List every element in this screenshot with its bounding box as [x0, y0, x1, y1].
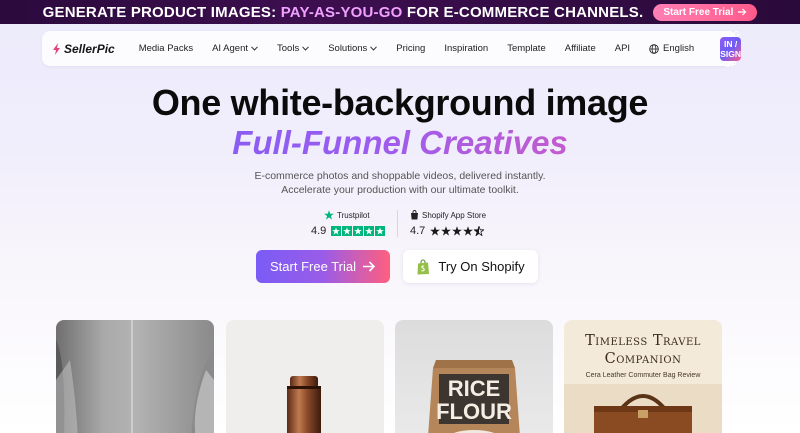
showcase-card-travel-bag[interactable]: Timeless Travel Companion Cera Leather C…	[564, 320, 722, 433]
chevron-down-icon	[370, 46, 378, 51]
star-icon	[452, 226, 463, 236]
logo-text: SellerPic	[64, 41, 115, 56]
hero-subtitle: Full-Funnel Creatives	[0, 124, 800, 162]
shopify-rating[interactable]: Shopify App Store 4.7	[410, 209, 488, 237]
banner-text-highlight: PAY-AS-YOU-GO	[280, 3, 403, 21]
rice-flour-bag-image: RICE FLOUR	[428, 360, 520, 433]
signup-label: SIGN UP	[720, 48, 741, 69]
trustpilot-star-icon	[324, 210, 334, 220]
showcase-card-hair-model[interactable]	[56, 320, 214, 433]
try-on-shopify-button[interactable]: Try On Shopify	[403, 250, 538, 283]
trustpilot-score: 4.9	[311, 225, 327, 237]
language-label: English	[663, 43, 695, 54]
leather-bag-image	[564, 384, 722, 433]
shopify-label: Shopify App Store	[422, 210, 487, 220]
shopify-score: 4.7	[410, 225, 426, 237]
login-label: LOG IN /	[721, 28, 740, 49]
nav-item-label: Tools	[277, 43, 300, 54]
star-icon	[441, 226, 452, 236]
chevron-down-icon	[302, 46, 310, 51]
nav-item-label: API	[614, 43, 631, 54]
nav-item-solutions[interactable]: Solutions	[328, 43, 378, 54]
nav-item-label: Pricing	[396, 43, 426, 54]
banner-text-tail: FOR E-COMMERCE CHANNELS.	[406, 3, 644, 21]
trustpilot-rating[interactable]: Trustpilot 4.9	[311, 209, 389, 237]
shopify-brand: Shopify App Store	[410, 209, 488, 221]
hero-description: E-commerce photos and shoppable videos, …	[0, 170, 800, 197]
trustpilot-stars	[331, 226, 386, 236]
banner-cta-label: Start Free Trial	[663, 6, 734, 18]
star-icon	[430, 226, 441, 236]
star-icon	[342, 226, 353, 236]
start-free-trial-label: Start Free Trial	[270, 259, 356, 274]
hair-model-image	[56, 320, 214, 433]
nav-item-ai-agent[interactable]: AI Agent	[212, 43, 258, 54]
banner-text: GENERATE PRODUCT IMAGES: PAY-AS-YOU-GO F…	[43, 4, 644, 21]
shopify-stars	[430, 226, 485, 236]
arrow-right-icon	[738, 8, 747, 16]
globe-icon	[649, 43, 659, 54]
nav-item-media-packs[interactable]: Media Packs	[139, 43, 193, 54]
trustpilot-label: Trustpilot	[337, 210, 370, 220]
nav-item-label: Media Packs	[138, 43, 194, 54]
hero-desc-line2: Accelerate your production with our ulti…	[281, 183, 519, 196]
hero-title: One white-background image	[151, 82, 649, 123]
shopify-bag-icon	[411, 210, 418, 220]
nav-item-label: Affiliate	[564, 43, 596, 54]
nav-item-pricing[interactable]: Pricing	[396, 43, 425, 54]
banner-text-lead: GENERATE PRODUCT IMAGES:	[42, 3, 277, 21]
arrow-right-icon	[362, 261, 376, 272]
rating-divider	[397, 210, 398, 237]
nav-item-affiliate[interactable]: Affiliate	[565, 43, 596, 54]
shopify-logo-icon	[417, 258, 430, 274]
main-nav: SellerPic Media Packs AI Agent Tools Sol…	[42, 29, 741, 69]
try-on-shopify-label: Try On Shopify	[438, 259, 525, 274]
hero-desc-line1: E-commerce photos and shoppable videos, …	[254, 170, 546, 182]
trustpilot-brand: Trustpilot	[311, 209, 389, 221]
half-star-icon	[474, 226, 485, 236]
flour-label: FLOUR	[436, 399, 512, 424]
star-icon	[331, 226, 342, 236]
showcase-card-rice-flour[interactable]: RICE FLOUR	[395, 320, 553, 433]
logo-bolt-icon	[53, 42, 60, 55]
rice-label: RICE	[448, 376, 501, 401]
nav-item-label: Inspiration	[444, 43, 489, 54]
nav-item-label: AI Agent	[212, 43, 249, 54]
nav-item-label: Template	[507, 43, 546, 54]
star-icon	[463, 226, 474, 236]
nav-item-api[interactable]: API	[615, 43, 630, 54]
star-icon	[353, 226, 364, 236]
nav-item-inspiration[interactable]: Inspiration	[444, 43, 488, 54]
nav-item-tools[interactable]: Tools	[277, 43, 310, 54]
chevron-down-icon	[251, 46, 258, 51]
nav-item-label: Solutions	[328, 43, 368, 54]
promo-banner: GENERATE PRODUCT IMAGES: PAY-AS-YOU-GO F…	[0, 0, 800, 24]
showcase-card-bottle[interactable]	[226, 320, 384, 433]
star-icon	[375, 226, 386, 236]
nav-item-template[interactable]: Template	[507, 43, 546, 54]
start-free-trial-button[interactable]: Start Free Trial	[256, 250, 390, 283]
banner-start-trial-button[interactable]: Start Free Trial	[653, 3, 758, 21]
star-icon	[364, 226, 375, 236]
login-signup-button[interactable]: LOG IN / SIGN UP	[720, 29, 741, 69]
copper-bottle-image	[287, 376, 321, 433]
logo[interactable]: SellerPic	[52, 42, 115, 56]
language-selector[interactable]: English	[649, 43, 694, 54]
